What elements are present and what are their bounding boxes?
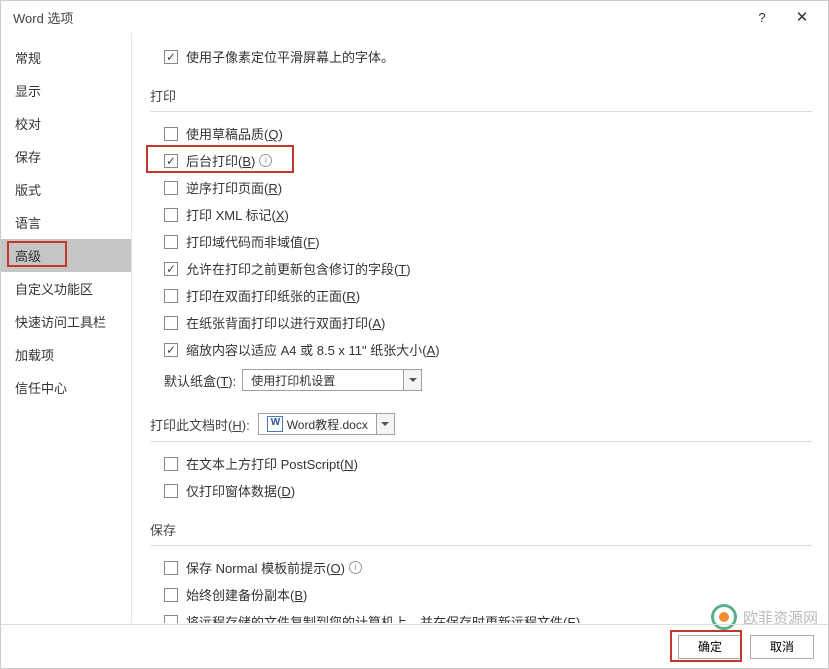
- checkbox[interactable]: [164, 588, 178, 602]
- option-print-field-codes: 打印域代码而非域值(F): [150, 228, 812, 255]
- option-duplex-front: 打印在双面打印纸张的正面(R): [150, 282, 812, 309]
- section-print: 打印: [150, 80, 812, 112]
- sidebar-item-advanced[interactable]: 高级: [1, 239, 131, 272]
- checkbox[interactable]: [164, 615, 178, 624]
- ok-button[interactable]: 确定: [678, 635, 742, 659]
- window-title: Word 选项: [13, 8, 742, 27]
- sidebar-item-qat[interactable]: 快速访问工具栏: [1, 305, 131, 338]
- default-tray-combo[interactable]: 使用打印机设置: [242, 369, 422, 391]
- sidebar-item-addins[interactable]: 加载项: [1, 338, 131, 371]
- info-icon[interactable]: i: [259, 154, 272, 167]
- sidebar-item-language[interactable]: 语言: [1, 206, 131, 239]
- section-save: 保存: [150, 514, 812, 546]
- word-doc-icon: [267, 416, 283, 432]
- close-button[interactable]: ✕: [782, 3, 822, 31]
- option-copy-remote: 将远程存储的文件复制到您的计算机上，并在保存时更新远程文件(E): [150, 608, 812, 623]
- option-print-xml: 打印 XML 标记(X): [150, 201, 812, 228]
- checkbox[interactable]: [164, 127, 178, 141]
- info-icon[interactable]: i: [349, 561, 362, 574]
- checkbox[interactable]: [164, 235, 178, 249]
- option-update-fields: 允许在打印之前更新包含修订的字段(T): [150, 255, 812, 282]
- option-scale-a4: 缩放内容以适应 A4 或 8.5 x 11" 纸张大小(A): [150, 336, 812, 363]
- sidebar-item-customize-ribbon[interactable]: 自定义功能区: [1, 272, 131, 305]
- option-background-print: 后台打印(B) i: [150, 147, 812, 174]
- checkbox[interactable]: [164, 262, 178, 276]
- sidebar-item-trust[interactable]: 信任中心: [1, 371, 131, 404]
- sidebar-item-layout[interactable]: 版式: [1, 173, 131, 206]
- chevron-down-icon[interactable]: [376, 414, 394, 434]
- print-doc-combo[interactable]: Word教程.docx: [258, 413, 395, 435]
- sidebar-item-general[interactable]: 常规: [1, 41, 131, 74]
- default-tray-row: 默认纸盒(T): 使用打印机设置: [150, 363, 812, 397]
- dialog-body: 常规 显示 校对 保存 版式 语言 高级 自定义功能区 快速访问工具栏 加载项 …: [1, 33, 828, 623]
- default-tray-label: 默认纸盒(T):: [164, 371, 236, 390]
- help-button[interactable]: ?: [742, 3, 782, 31]
- content-pane[interactable]: 使用子像素定位平滑屏幕上的字体。 打印 使用草稿品质(Q) 后台打印(B) i …: [132, 33, 828, 623]
- option-form-data: 仅打印窗体数据(D): [150, 477, 812, 504]
- sidebar-item-proofing[interactable]: 校对: [1, 107, 131, 140]
- cancel-button[interactable]: 取消: [750, 635, 814, 659]
- checkbox[interactable]: [164, 484, 178, 498]
- option-reverse-print: 逆序打印页面(R): [150, 174, 812, 201]
- checkbox-subpixel[interactable]: [164, 50, 178, 64]
- checkbox[interactable]: [164, 457, 178, 471]
- sidebar-item-display[interactable]: 显示: [1, 74, 131, 107]
- checkbox[interactable]: [164, 343, 178, 357]
- checkbox[interactable]: [164, 154, 178, 168]
- option-draft-quality: 使用草稿品质(Q): [150, 120, 812, 147]
- option-subpixel: 使用子像素定位平滑屏幕上的字体。: [150, 43, 812, 70]
- section-print-this-doc: 打印此文档时(H): Word教程.docx: [150, 407, 812, 442]
- word-options-dialog: Word 选项 ? ✕ 常规 显示 校对 保存 版式 语言 高级 自定义功能区 …: [0, 0, 829, 669]
- option-duplex-back: 在纸张背面打印以进行双面打印(A): [150, 309, 812, 336]
- option-backup-copy: 始终创建备份副本(B): [150, 581, 812, 608]
- checkbox[interactable]: [164, 208, 178, 222]
- checkbox[interactable]: [164, 181, 178, 195]
- option-prompt-normal: 保存 Normal 模板前提示(O) i: [150, 554, 812, 581]
- checkbox[interactable]: [164, 561, 178, 575]
- checkbox[interactable]: [164, 316, 178, 330]
- footer: 确定 取消: [1, 624, 828, 668]
- checkbox[interactable]: [164, 289, 178, 303]
- option-postscript: 在文本上方打印 PostScript(N): [150, 450, 812, 477]
- titlebar: Word 选项 ? ✕: [1, 1, 828, 33]
- chevron-down-icon[interactable]: [403, 370, 421, 390]
- sidebar-item-save[interactable]: 保存: [1, 140, 131, 173]
- sidebar: 常规 显示 校对 保存 版式 语言 高级 自定义功能区 快速访问工具栏 加载项 …: [1, 33, 132, 623]
